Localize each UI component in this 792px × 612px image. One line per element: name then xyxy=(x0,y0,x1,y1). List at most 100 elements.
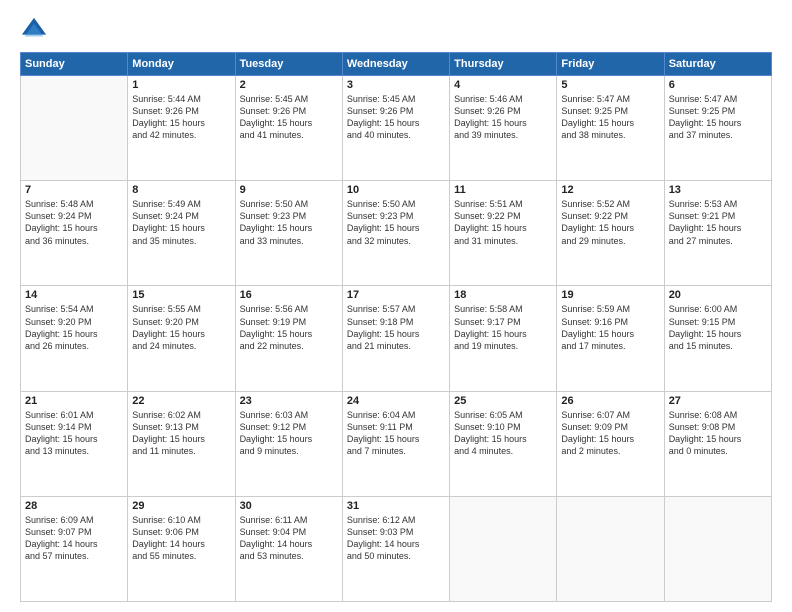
calendar-cell xyxy=(664,496,771,601)
cell-info: Sunrise: 6:12 AM Sunset: 9:03 PM Dayligh… xyxy=(347,514,445,563)
day-number: 15 xyxy=(132,289,230,301)
day-number: 3 xyxy=(347,79,445,91)
cell-info: Sunrise: 5:55 AM Sunset: 9:20 PM Dayligh… xyxy=(132,303,230,352)
calendar-cell: 5 Sunrise: 5:47 AM Sunset: 9:25 PM Daylig… xyxy=(557,76,664,181)
day-number: 7 xyxy=(25,184,123,196)
cell-info: Sunrise: 5:57 AM Sunset: 9:18 PM Dayligh… xyxy=(347,303,445,352)
calendar-cell xyxy=(557,496,664,601)
day-number: 10 xyxy=(347,184,445,196)
cell-info: Sunrise: 5:53 AM Sunset: 9:21 PM Dayligh… xyxy=(669,198,767,247)
calendar-cell: 14Sunrise: 5:54 AM Sunset: 9:20 PM Dayli… xyxy=(21,286,128,391)
calendar-cell: 3 Sunrise: 5:45 AM Sunset: 9:26 PM Daylig… xyxy=(342,76,449,181)
calendar-header-row: SundayMondayTuesdayWednesdayThursdayFrid… xyxy=(21,53,772,76)
calendar-cell: 7 Sunrise: 5:48 AM Sunset: 9:24 PM Daylig… xyxy=(21,181,128,286)
day-number: 2 xyxy=(240,79,338,91)
cell-info: Sunrise: 6:00 AM Sunset: 9:15 PM Dayligh… xyxy=(669,303,767,352)
day-number: 8 xyxy=(132,184,230,196)
cell-info: Sunrise: 5:46 AM Sunset: 9:26 PM Dayligh… xyxy=(454,93,552,142)
day-number: 27 xyxy=(669,395,767,407)
day-number: 18 xyxy=(454,289,552,301)
cell-info: Sunrise: 5:49 AM Sunset: 9:24 PM Dayligh… xyxy=(132,198,230,247)
day-header-sunday: Sunday xyxy=(21,53,128,76)
calendar-cell: 28Sunrise: 6:09 AM Sunset: 9:07 PM Dayli… xyxy=(21,496,128,601)
calendar-cell: 15 Sunrise: 5:55 AM Sunset: 9:20 PM Dayli… xyxy=(128,286,235,391)
day-number: 5 xyxy=(561,79,659,91)
logo-icon xyxy=(20,16,48,44)
cell-info: Sunrise: 6:11 AM Sunset: 9:04 PM Dayligh… xyxy=(240,514,338,563)
calendar-cell: 23Sunrise: 6:03 AM Sunset: 9:12 PM Dayli… xyxy=(235,391,342,496)
day-number: 17 xyxy=(347,289,445,301)
calendar-cell: 13 Sunrise: 5:53 AM Sunset: 9:21 PM Dayli… xyxy=(664,181,771,286)
calendar-week-row: 28Sunrise: 6:09 AM Sunset: 9:07 PM Dayli… xyxy=(21,496,772,601)
cell-info: Sunrise: 5:51 AM Sunset: 9:22 PM Dayligh… xyxy=(454,198,552,247)
calendar-cell: 29Sunrise: 6:10 AM Sunset: 9:06 PM Dayli… xyxy=(128,496,235,601)
day-header-tuesday: Tuesday xyxy=(235,53,342,76)
cell-info: Sunrise: 5:52 AM Sunset: 9:22 PM Dayligh… xyxy=(561,198,659,247)
cell-info: Sunrise: 5:45 AM Sunset: 9:26 PM Dayligh… xyxy=(347,93,445,142)
cell-info: Sunrise: 5:50 AM Sunset: 9:23 PM Dayligh… xyxy=(240,198,338,247)
calendar-cell: 31 Sunrise: 6:12 AM Sunset: 9:03 PM Dayli… xyxy=(342,496,449,601)
cell-info: Sunrise: 5:59 AM Sunset: 9:16 PM Dayligh… xyxy=(561,303,659,352)
header xyxy=(20,16,772,44)
day-number: 14 xyxy=(25,289,123,301)
cell-info: Sunrise: 5:45 AM Sunset: 9:26 PM Dayligh… xyxy=(240,93,338,142)
day-number: 30 xyxy=(240,500,338,512)
calendar-cell: 18 Sunrise: 5:58 AM Sunset: 9:17 PM Dayli… xyxy=(450,286,557,391)
calendar-cell: 19 Sunrise: 5:59 AM Sunset: 9:16 PM Dayli… xyxy=(557,286,664,391)
cell-info: Sunrise: 6:02 AM Sunset: 9:13 PM Dayligh… xyxy=(132,409,230,458)
calendar-cell: 20 Sunrise: 6:00 AM Sunset: 9:15 PM Dayli… xyxy=(664,286,771,391)
calendar-cell: 2 Sunrise: 5:45 AM Sunset: 9:26 PM Daylig… xyxy=(235,76,342,181)
cell-info: Sunrise: 6:04 AM Sunset: 9:11 PM Dayligh… xyxy=(347,409,445,458)
calendar-week-row: 14Sunrise: 5:54 AM Sunset: 9:20 PM Dayli… xyxy=(21,286,772,391)
day-number: 28 xyxy=(25,500,123,512)
calendar-cell: 17 Sunrise: 5:57 AM Sunset: 9:18 PM Dayli… xyxy=(342,286,449,391)
day-number: 26 xyxy=(561,395,659,407)
day-number: 1 xyxy=(132,79,230,91)
calendar-cell: 8 Sunrise: 5:49 AM Sunset: 9:24 PM Daylig… xyxy=(128,181,235,286)
cell-info: Sunrise: 5:48 AM Sunset: 9:24 PM Dayligh… xyxy=(25,198,123,247)
cell-info: Sunrise: 5:47 AM Sunset: 9:25 PM Dayligh… xyxy=(669,93,767,142)
day-number: 20 xyxy=(669,289,767,301)
day-number: 19 xyxy=(561,289,659,301)
cell-info: Sunrise: 6:07 AM Sunset: 9:09 PM Dayligh… xyxy=(561,409,659,458)
calendar-cell xyxy=(450,496,557,601)
calendar-cell: 11 Sunrise: 5:51 AM Sunset: 9:22 PM Dayli… xyxy=(450,181,557,286)
day-number: 6 xyxy=(669,79,767,91)
day-number: 4 xyxy=(454,79,552,91)
calendar-cell: 30 Sunrise: 6:11 AM Sunset: 9:04 PM Dayli… xyxy=(235,496,342,601)
day-number: 13 xyxy=(669,184,767,196)
day-number: 12 xyxy=(561,184,659,196)
logo xyxy=(20,16,52,44)
calendar-cell: 27Sunrise: 6:08 AM Sunset: 9:08 PM Dayli… xyxy=(664,391,771,496)
day-number: 11 xyxy=(454,184,552,196)
day-header-friday: Friday xyxy=(557,53,664,76)
cell-info: Sunrise: 5:58 AM Sunset: 9:17 PM Dayligh… xyxy=(454,303,552,352)
cell-info: Sunrise: 5:47 AM Sunset: 9:25 PM Dayligh… xyxy=(561,93,659,142)
calendar-cell: 10 Sunrise: 5:50 AM Sunset: 9:23 PM Dayli… xyxy=(342,181,449,286)
day-number: 22 xyxy=(132,395,230,407)
calendar-cell: 6 Sunrise: 5:47 AM Sunset: 9:25 PM Daylig… xyxy=(664,76,771,181)
calendar-cell: 16Sunrise: 5:56 AM Sunset: 9:19 PM Dayli… xyxy=(235,286,342,391)
cell-info: Sunrise: 5:50 AM Sunset: 9:23 PM Dayligh… xyxy=(347,198,445,247)
cell-info: Sunrise: 6:01 AM Sunset: 9:14 PM Dayligh… xyxy=(25,409,123,458)
calendar-cell: 26 Sunrise: 6:07 AM Sunset: 9:09 PM Dayli… xyxy=(557,391,664,496)
day-number: 21 xyxy=(25,395,123,407)
calendar-cell: 25 Sunrise: 6:05 AM Sunset: 9:10 PM Dayli… xyxy=(450,391,557,496)
calendar-cell: 12 Sunrise: 5:52 AM Sunset: 9:22 PM Dayli… xyxy=(557,181,664,286)
day-number: 31 xyxy=(347,500,445,512)
cell-info: Sunrise: 6:05 AM Sunset: 9:10 PM Dayligh… xyxy=(454,409,552,458)
day-number: 23 xyxy=(240,395,338,407)
day-number: 25 xyxy=(454,395,552,407)
calendar-cell: 21 Sunrise: 6:01 AM Sunset: 9:14 PM Dayli… xyxy=(21,391,128,496)
calendar-cell: 24Sunrise: 6:04 AM Sunset: 9:11 PM Dayli… xyxy=(342,391,449,496)
calendar-week-row: 1Sunrise: 5:44 AM Sunset: 9:26 PM Daylig… xyxy=(21,76,772,181)
day-number: 29 xyxy=(132,500,230,512)
day-number: 16 xyxy=(240,289,338,301)
day-number: 9 xyxy=(240,184,338,196)
calendar-table: SundayMondayTuesdayWednesdayThursdayFrid… xyxy=(20,52,772,602)
calendar-cell xyxy=(21,76,128,181)
calendar-week-row: 21 Sunrise: 6:01 AM Sunset: 9:14 PM Dayli… xyxy=(21,391,772,496)
day-header-thursday: Thursday xyxy=(450,53,557,76)
page: SundayMondayTuesdayWednesdayThursdayFrid… xyxy=(0,0,792,612)
day-header-saturday: Saturday xyxy=(664,53,771,76)
